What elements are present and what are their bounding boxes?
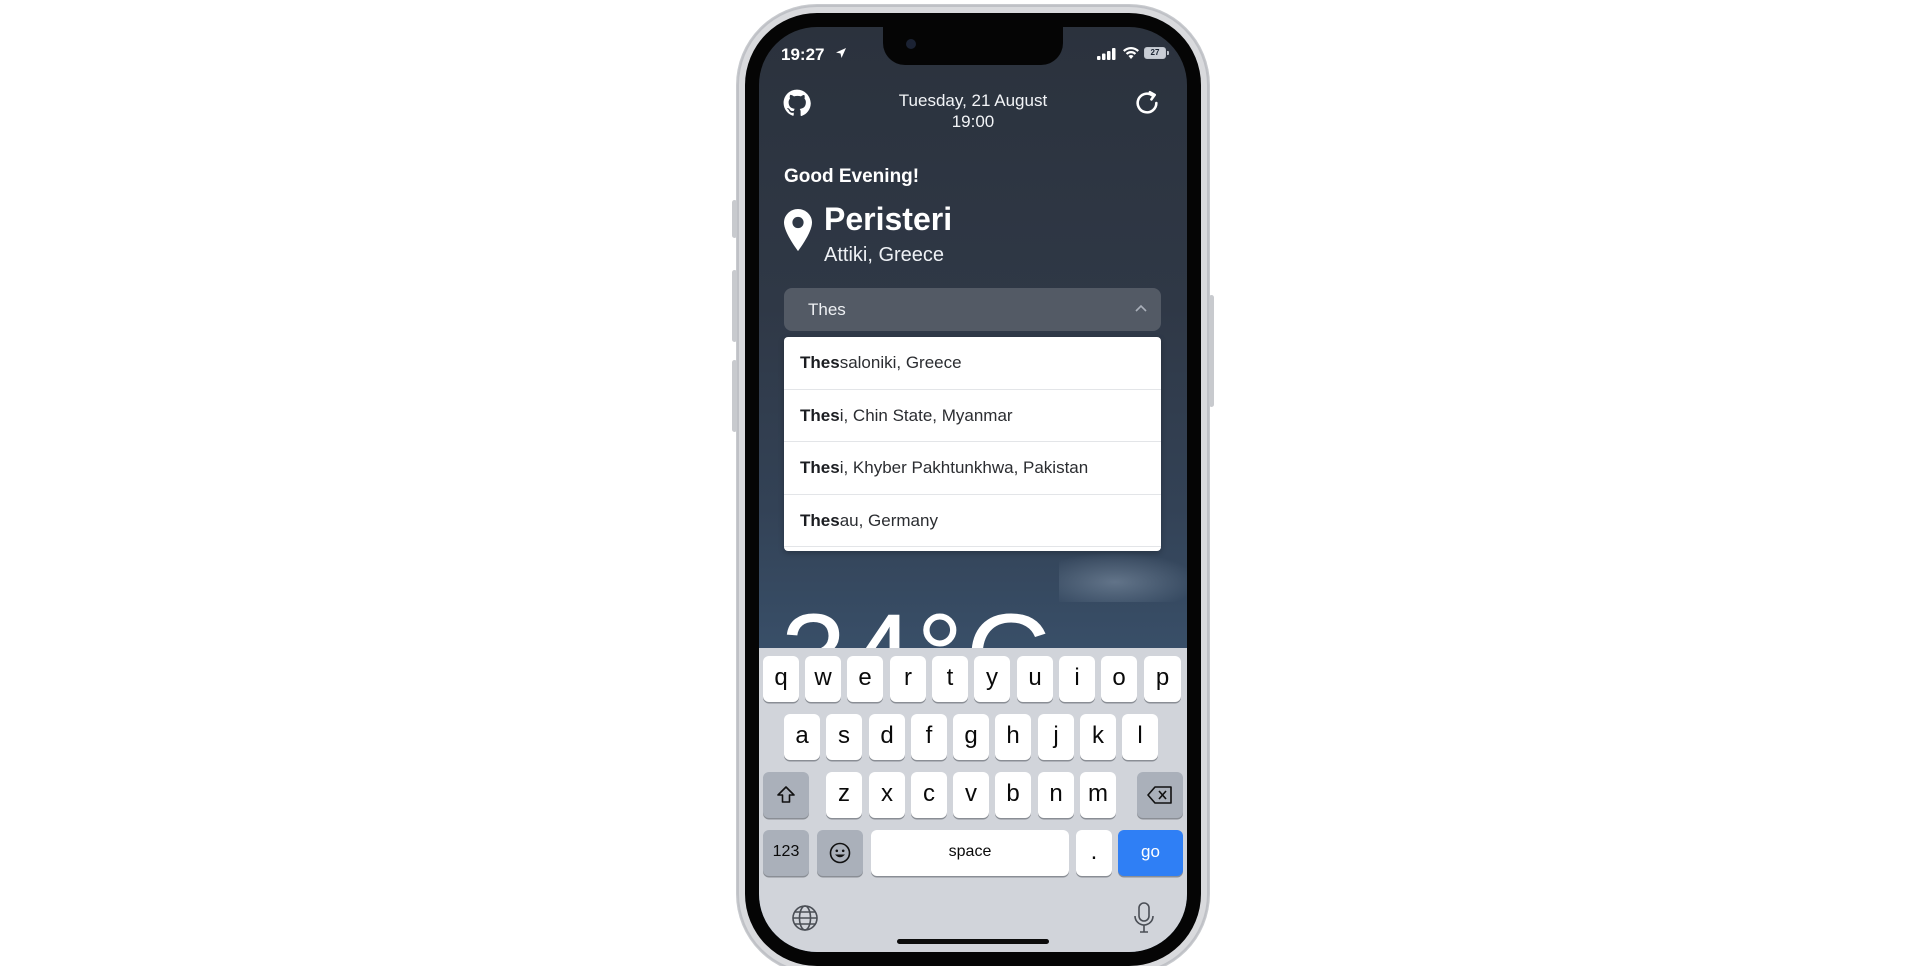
key-v[interactable]: v [953, 772, 989, 818]
screen: 19:27 27 Tuesday, 21 August 19:00 Good E… [759, 27, 1187, 952]
key-p[interactable]: p [1144, 656, 1181, 702]
suggestion-item[interactable]: Thesi, Chin State, Myanmar [784, 390, 1161, 442]
key-g[interactable]: g [953, 714, 989, 760]
key-d[interactable]: d [869, 714, 905, 760]
key-o[interactable]: o [1101, 656, 1137, 702]
suggestion-item[interactable]: Thesi, Khyber Pakhtunkhwa, Pakistan [784, 442, 1161, 495]
header-date: Tuesday, 21 August [898, 91, 1048, 110]
volume-down-button [732, 360, 737, 432]
key-f[interactable]: f [911, 714, 947, 760]
suggestion-item[interactable]: Thessaloniki, Greece [784, 337, 1161, 390]
key-i[interactable]: i [1059, 656, 1095, 702]
suggestion-rest: au, Germany [839, 510, 938, 530]
home-indicator[interactable] [897, 939, 1049, 944]
key-m[interactable]: m [1080, 772, 1116, 818]
key-x[interactable]: x [869, 772, 905, 818]
location-arrow-icon [836, 48, 846, 58]
key-e[interactable]: e [847, 656, 883, 702]
key-s[interactable]: s [826, 714, 862, 760]
location-region: Attiki, Greece [824, 244, 945, 266]
shift-icon [777, 786, 795, 803]
key-c[interactable]: c [911, 772, 947, 818]
key-r[interactable]: r [890, 656, 926, 702]
suggestion-rest: i, Chin State, Myanmar [839, 405, 1013, 425]
delete-icon [1147, 786, 1172, 804]
suggestions-dropdown: Thessaloniki, Greece Thesi, Chin State, … [784, 337, 1161, 551]
suggestion-match: Thes [800, 458, 840, 477]
chevron-up-icon[interactable] [1135, 304, 1147, 312]
shift-key[interactable] [763, 772, 809, 818]
key-z[interactable]: z [826, 772, 862, 818]
key-t[interactable]: t [932, 656, 968, 702]
period-key[interactable]: . [1076, 830, 1112, 876]
phone-frame: 19:27 27 Tuesday, 21 August 19:00 Good E… [732, 5, 1214, 966]
numbers-key[interactable]: 123 [763, 830, 809, 876]
cellular-signal-icon [1097, 48, 1116, 60]
header-time: 19:00 [951, 112, 995, 131]
volume-up-button [732, 270, 737, 342]
city-search-box[interactable] [784, 288, 1161, 331]
key-a[interactable]: a [784, 714, 820, 760]
suggestion-match: Thes [800, 405, 840, 425]
front-camera [906, 39, 916, 49]
key-j[interactable]: j [1038, 714, 1074, 760]
battery-indicator: 27 [1144, 47, 1169, 59]
location-city: Peristeri [824, 201, 953, 237]
key-k[interactable]: k [1080, 714, 1116, 760]
emoji-key[interactable] [817, 830, 863, 876]
go-key[interactable]: go [1118, 830, 1183, 876]
power-button [1209, 295, 1214, 407]
suggestion-match: Thes [800, 510, 840, 530]
key-q[interactable]: q [763, 656, 799, 702]
cloud-decoration [1059, 552, 1187, 602]
globe-icon[interactable] [791, 904, 819, 932]
status-time: 19:27 [781, 45, 825, 64]
key-w[interactable]: w [805, 656, 841, 702]
delete-key[interactable] [1137, 772, 1183, 818]
key-y[interactable]: y [974, 656, 1010, 702]
key-u[interactable]: u [1017, 656, 1053, 702]
emoji-icon [829, 842, 851, 864]
city-search-input[interactable] [784, 288, 1161, 331]
suggestion-rest: saloniki, Greece [839, 353, 962, 372]
suggestion-rest: i, Khyber Pakhtunkhwa, Pakistan [839, 458, 1089, 477]
greeting-text: Good Evening! [784, 166, 920, 187]
key-n[interactable]: n [1038, 772, 1074, 818]
map-pin-icon [784, 209, 812, 251]
mute-switch [732, 200, 737, 238]
microphone-icon[interactable] [1133, 902, 1155, 934]
refresh-icon[interactable] [1133, 89, 1161, 117]
key-b[interactable]: b [995, 772, 1031, 818]
key-l[interactable]: l [1122, 714, 1158, 760]
space-key[interactable]: space [871, 830, 1069, 876]
wifi-icon [1123, 46, 1139, 59]
suggestion-item[interactable]: Thesau, Germany [784, 495, 1161, 547]
on-screen-keyboard: q w e r t y u i o p a s d f g h j k l z … [759, 648, 1187, 952]
notch [883, 27, 1063, 65]
suggestion-match: Thes [800, 353, 840, 372]
key-h[interactable]: h [995, 714, 1031, 760]
